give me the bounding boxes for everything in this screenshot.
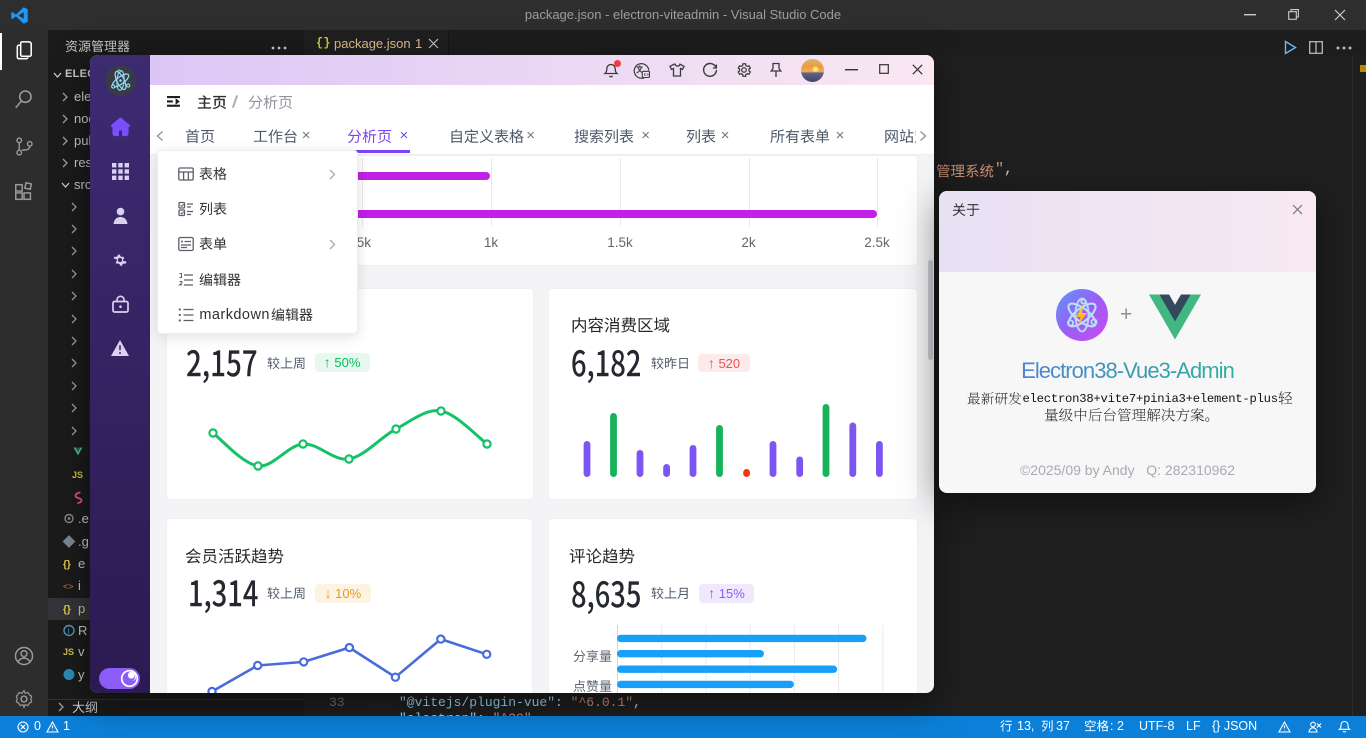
svg-text:<>: <> (63, 582, 74, 592)
svg-text:i: i (68, 626, 70, 635)
svg-text:JS: JS (72, 470, 83, 480)
svg-text:{}: {} (63, 560, 71, 571)
svg-text:{}: {} (63, 604, 71, 615)
svg-text:JS: JS (63, 647, 74, 657)
